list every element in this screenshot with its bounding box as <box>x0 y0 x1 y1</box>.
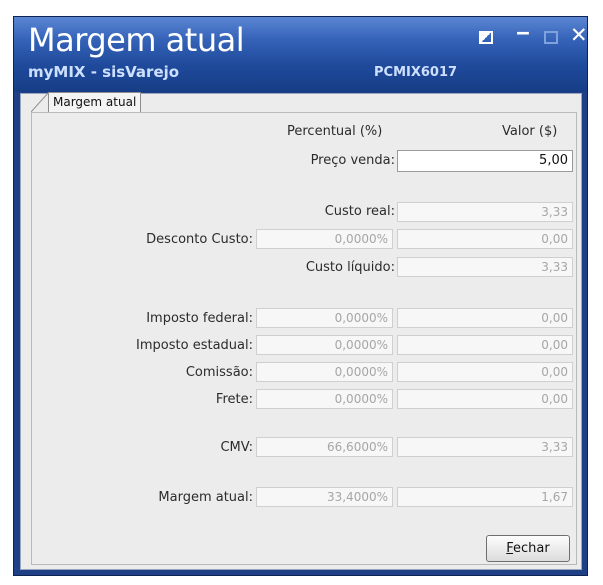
close-button-label: Fechar <box>506 541 550 556</box>
close-icon[interactable]: ✕ <box>570 25 588 46</box>
header-percent: Percentual (%) <box>287 124 383 139</box>
margem-atual-window: Margem atual myMIX - sisVarejo PCMIX6017… <box>13 16 588 576</box>
window-subtitle: myMIX - sisVarejo <box>28 63 180 81</box>
custo-liquido-label: Custo líquido: <box>305 260 395 275</box>
desconto-custo-percent[interactable]: 0,0000% <box>256 229 393 249</box>
tab-slant <box>31 92 49 112</box>
desconto-custo-label: Desconto Custo: <box>146 232 253 247</box>
preco-venda-field[interactable]: 5,00 <box>397 150 573 172</box>
custo-liquido-field[interactable]: 3,33 <box>397 257 573 277</box>
cmv-percent[interactable]: 66,6000% <box>256 437 393 457</box>
comissao-percent[interactable]: 0,0000% <box>256 362 393 382</box>
frete-percent[interactable]: 0,0000% <box>256 389 393 409</box>
desconto-custo-value[interactable]: 0,00 <box>397 229 573 249</box>
imposto-estadual-percent[interactable]: 0,0000% <box>256 335 393 355</box>
title-bar[interactable]: Margem atual myMIX - sisVarejo PCMIX6017… <box>14 17 588 92</box>
imposto-estadual-value[interactable]: 0,00 <box>397 335 573 355</box>
custo-real-label: Custo real: <box>324 204 395 219</box>
margem-atual-value[interactable]: 1,67 <box>397 487 573 507</box>
custo-real-field[interactable]: 3,33 <box>397 202 573 222</box>
margem-atual-label: Margem atual: <box>158 490 253 505</box>
maximize-icon[interactable] <box>544 31 558 44</box>
comissao-value[interactable]: 0,00 <box>397 362 573 382</box>
tab-margem-atual[interactable]: Margem atual <box>48 92 142 113</box>
close-button[interactable]: Fechar <box>486 535 570 562</box>
cmv-label: CMV: <box>220 440 253 455</box>
imposto-federal-label: Imposto federal: <box>146 311 253 326</box>
imposto-federal-value[interactable]: 0,00 <box>397 308 573 328</box>
frete-value[interactable]: 0,00 <box>397 389 573 409</box>
cmv-value[interactable]: 3,33 <box>397 437 573 457</box>
restore-icon[interactable] <box>479 31 493 44</box>
frete-label: Frete: <box>215 392 253 407</box>
header-value: Valor ($) <box>502 124 558 139</box>
window-title: Margem atual <box>28 21 245 59</box>
margem-atual-percent[interactable]: 33,4000% <box>256 487 393 507</box>
preco-venda-label: Preço venda: <box>310 153 395 168</box>
imposto-federal-percent[interactable]: 0,0000% <box>256 308 393 328</box>
minimize-icon[interactable]: ‒ <box>516 22 530 42</box>
comissao-label: Comissão: <box>185 365 253 380</box>
imposto-estadual-label: Imposto estadual: <box>136 338 253 353</box>
client-area: Margem atual Percentual (%) Valor ($) Pr… <box>20 92 582 570</box>
screen-code: PCMIX6017 <box>374 65 458 80</box>
